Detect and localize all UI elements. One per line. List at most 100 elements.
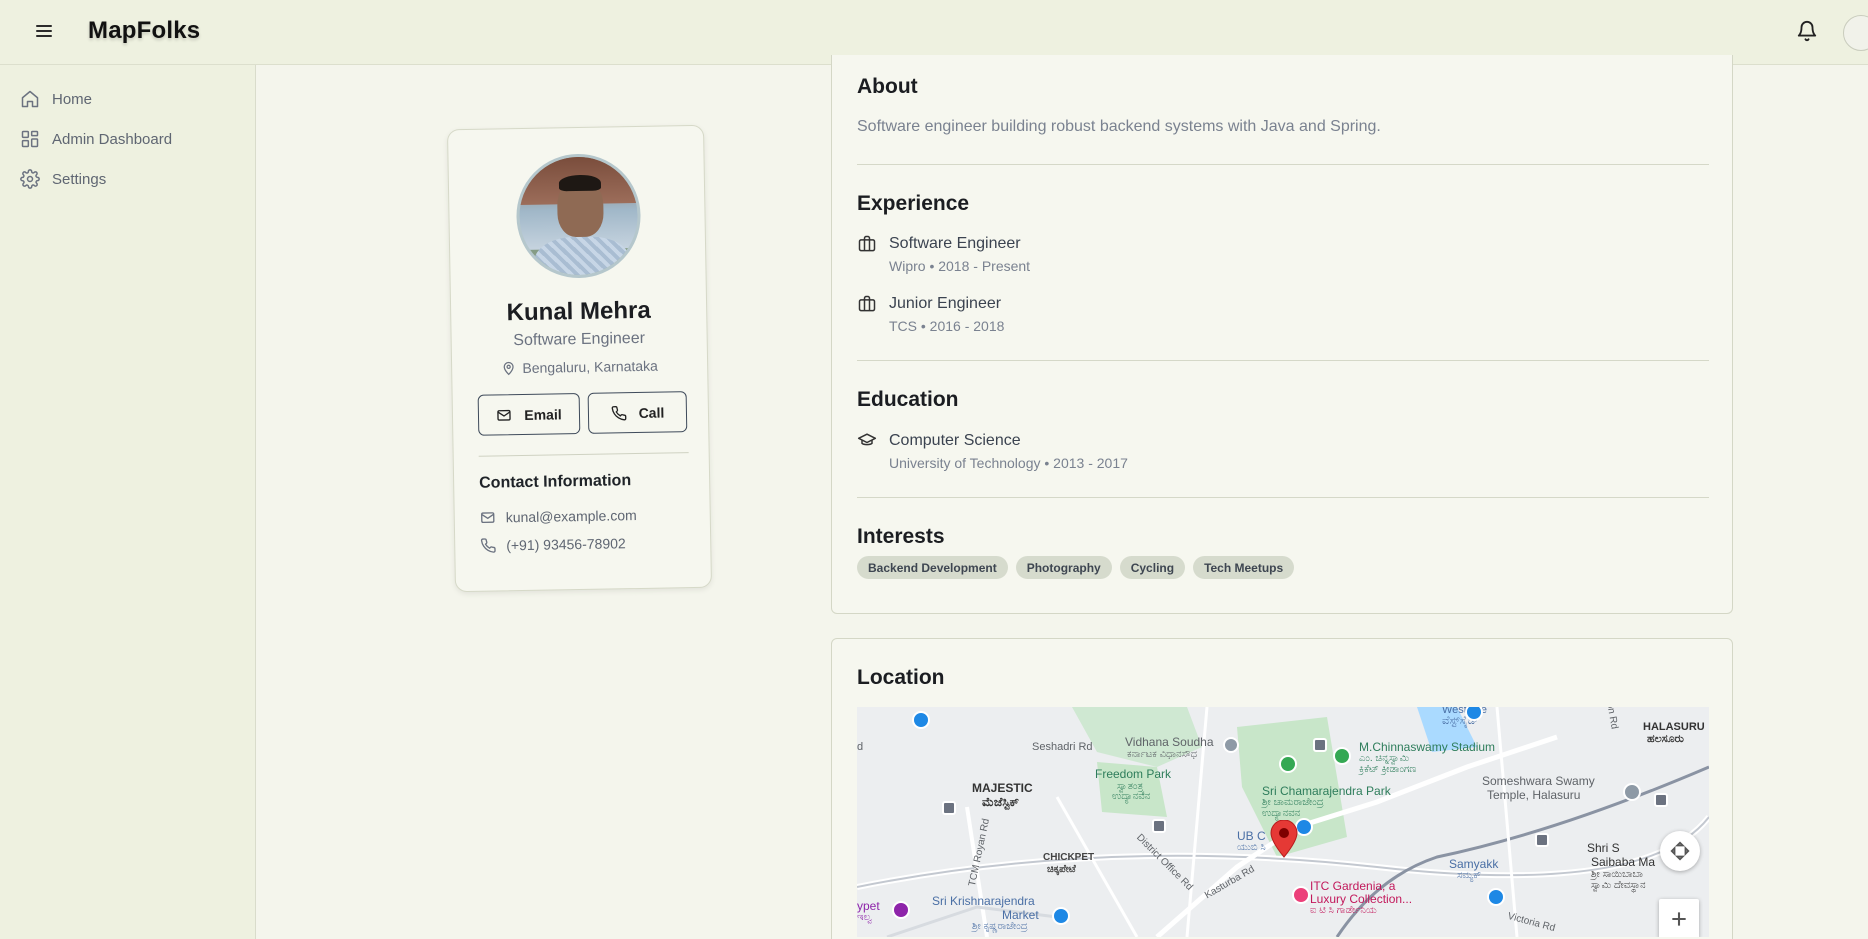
- fullscreen-icon: [1670, 841, 1690, 861]
- contact-phone[interactable]: (+91) 93456-78902: [480, 535, 626, 554]
- interest-tag: Backend Development: [857, 556, 1008, 579]
- map-label: ಕರ್ನಾಟಕ ವಿಧಾನಸೌಧ: [1127, 749, 1198, 760]
- landmark-icon[interactable]: [1223, 737, 1239, 753]
- map-label: Vidhana Soudha: [1125, 735, 1214, 749]
- metro-icon[interactable]: [1654, 793, 1668, 807]
- experience-item-subtitle: TCS • 2016 - 2018: [889, 318, 1005, 334]
- mail-icon: [481, 512, 495, 524]
- map-label: Saibaba Ma: [1591, 855, 1656, 869]
- map-pin-icon: [503, 361, 514, 375]
- tree-icon[interactable]: [1279, 755, 1297, 773]
- map-label: ಶ್ರೀ ಸಾಯಿಬಾಬಾ: [1591, 869, 1643, 880]
- experience-item-title: Software Engineer: [889, 235, 1021, 252]
- sidebar-item-settings[interactable]: Settings: [20, 165, 106, 193]
- profile-role: Software Engineer: [513, 329, 646, 350]
- map-label: d: [857, 741, 864, 753]
- hotel-icon[interactable]: [1292, 886, 1310, 904]
- education-item-title: Computer Science: [889, 432, 1021, 449]
- graduation-cap-icon: [857, 433, 877, 446]
- interests-heading: Interests: [857, 525, 945, 548]
- map-pin-marker[interactable]: [1270, 820, 1298, 858]
- metro-icon[interactable]: [1535, 833, 1549, 847]
- map-label: Seshadri Rd: [1032, 741, 1093, 753]
- location-map[interactable]: Westside ವೆಸ್ಟ್‌ಸೈಡ್ HALASURU ಹಲಸೂರು Ses…: [857, 707, 1709, 937]
- about-text: Software engineer building robust backen…: [857, 118, 1381, 135]
- map-label: ypet: [857, 899, 880, 913]
- sidebar-item-home[interactable]: Home: [20, 85, 92, 113]
- map-label: Luxury Collection...: [1310, 892, 1413, 906]
- map-label: Samyakk: [1449, 857, 1499, 871]
- section-divider: [857, 497, 1709, 498]
- call-button-label: Call: [638, 404, 665, 421]
- email-button[interactable]: Email: [477, 393, 581, 436]
- education-item-subtitle: University of Technology • 2013 - 2017: [889, 455, 1128, 471]
- interest-tags: Backend Development Photography Cycling …: [857, 556, 1295, 579]
- contact-email[interactable]: kunal@example.com: [480, 507, 637, 526]
- map-label: ಯುಬಿ ಸಿ: [1237, 842, 1266, 853]
- map-label: ಹಲಸೂರು: [1647, 733, 1684, 745]
- interest-tag: Cycling: [1119, 556, 1186, 579]
- bell-icon[interactable]: [1796, 20, 1818, 42]
- user-avatar[interactable]: [1843, 15, 1868, 51]
- metro-icon[interactable]: [1313, 738, 1327, 752]
- map-label: MAJESTIC: [972, 781, 1033, 795]
- sidebar-item-label: Settings: [52, 170, 107, 188]
- section-divider: [857, 164, 1709, 165]
- map-label: ಇಲ್ವ: [857, 912, 872, 923]
- plus-icon: [1672, 912, 1686, 926]
- shopping-bag-icon[interactable]: [1487, 888, 1505, 906]
- map-label: Temple, Halasuru: [1487, 788, 1581, 802]
- place-icon[interactable]: [892, 901, 910, 919]
- dashboard-icon: [21, 130, 39, 148]
- profile-location-text: Bengaluru, Karnataka: [522, 357, 658, 376]
- map-label: ಮೆಜೆಸ್ಟಿಕ್: [982, 795, 1019, 809]
- profile-photo: [515, 152, 642, 280]
- contact-email-text: kunal@example.com: [505, 507, 637, 526]
- email-button-label: Email: [524, 405, 562, 423]
- call-button[interactable]: Call: [587, 391, 688, 434]
- profile-card: Kunal Mehra Software Engineer Bengaluru,…: [446, 124, 713, 593]
- map-label: Shri S: [1587, 841, 1620, 855]
- map-label: ಶ್ರೀ ಕೃಷ್ಣರಾಜೇಂದ್ರ: [972, 921, 1028, 932]
- interest-tag: Photography: [1015, 556, 1112, 579]
- map-label: ಉದ್ಯಾನವನ: [1112, 791, 1151, 802]
- metro-icon[interactable]: [942, 801, 956, 815]
- phone-icon: [480, 538, 496, 553]
- section-divider: [857, 360, 1709, 361]
- map-label: Freedom Park: [1095, 767, 1172, 781]
- location-heading: Location: [857, 666, 945, 689]
- map-label: ಸಮ್ಯಕ್: [1457, 870, 1481, 881]
- map-label: ಎಂ. ಚಿನ್ನಸ್ವಾಮಿ: [1359, 753, 1410, 764]
- sidebar-item-label: Home: [52, 90, 93, 108]
- app-brand[interactable]: MapFolks: [88, 17, 200, 45]
- map-label: ಐ ಟಿ ಸಿ ಗಾರ್ಡೇನಿಯ: [1310, 905, 1377, 916]
- zoom-in-button[interactable]: [1659, 899, 1699, 937]
- sidebar-item-admin-dashboard[interactable]: Admin Dashboard: [20, 125, 172, 153]
- mail-icon: [497, 409, 512, 421]
- map-label: ಉದ್ಯಾನವನ: [1262, 808, 1301, 819]
- shopping-bag-icon[interactable]: [912, 711, 930, 729]
- metro-icon[interactable]: [1152, 819, 1166, 833]
- contact-information-title: Contact Information: [479, 472, 632, 492]
- map-label: ಚಿಕ್ಕಪೇಟೆ: [1047, 864, 1076, 875]
- about-heading: About: [857, 75, 918, 98]
- shopping-cart-icon[interactable]: [1052, 907, 1070, 925]
- contact-phone-text: (+91) 93456-78902: [506, 535, 626, 554]
- briefcase-icon: [858, 295, 876, 312]
- card-divider: [478, 452, 689, 457]
- education-heading: Education: [857, 388, 959, 411]
- fullscreen-button[interactable]: [1660, 831, 1700, 871]
- map-label: ಕ್ರಿಕೆಟ್ ಕ್ರೀಡಾಂಗಣ: [1359, 764, 1417, 775]
- map-label: UB C: [1237, 829, 1266, 843]
- map-label: Sri Krishnarajendra: [932, 894, 1035, 908]
- map-label: HALASURU: [1643, 721, 1705, 733]
- map-label: Sri Chamarajendra Park: [1262, 784, 1391, 798]
- hamburger-icon[interactable]: [34, 22, 54, 42]
- temple-icon[interactable]: [1623, 783, 1641, 801]
- map-label: CHICKPET: [1043, 852, 1095, 863]
- details-panel: About Software engineer building robust …: [831, 55, 1733, 614]
- profile-name: Kunal Mehra: [506, 296, 651, 327]
- stadium-icon[interactable]: [1333, 747, 1351, 765]
- map-label: Market: [1002, 908, 1039, 922]
- experience-item-subtitle: Wipro • 2018 - Present: [889, 258, 1031, 274]
